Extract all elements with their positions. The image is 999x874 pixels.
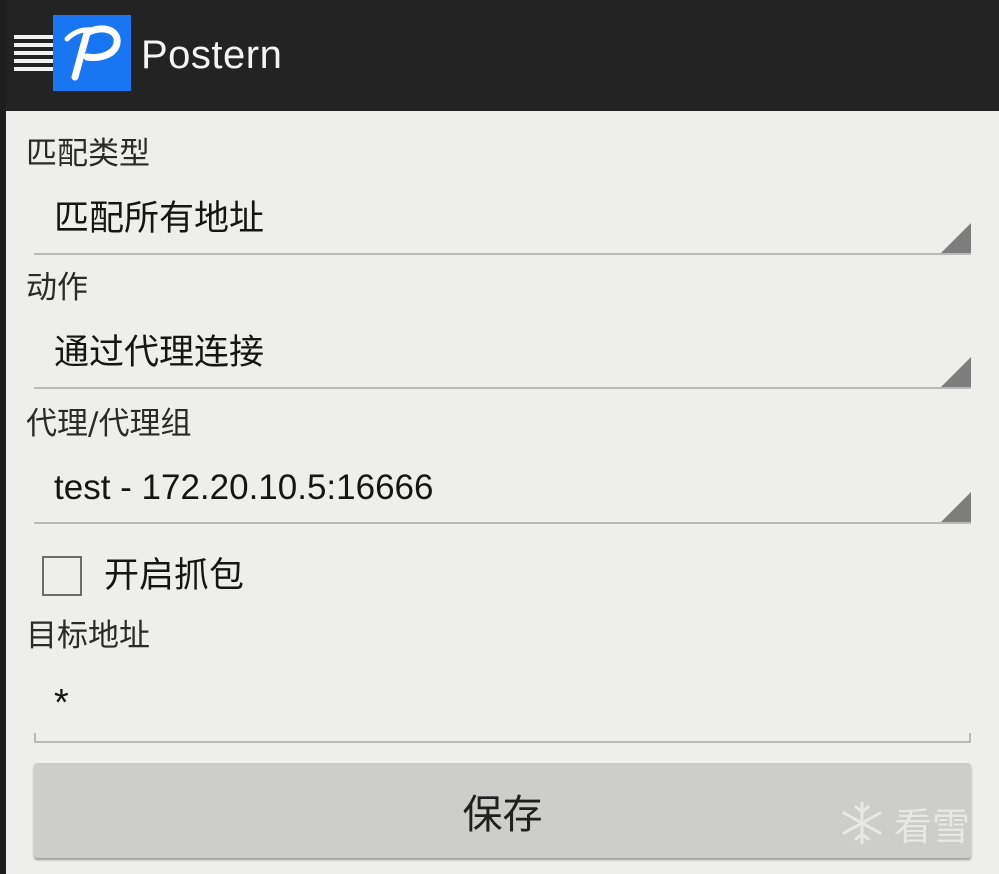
dropdown-arrow-icon [941, 492, 971, 522]
capture-checkbox-row[interactable]: 开启抓包 [42, 552, 244, 600]
target-address-label: 目标地址 [26, 618, 150, 654]
postern-logo-icon [53, 15, 131, 91]
watermark-text: 看雪 [894, 804, 971, 849]
app-logo[interactable] [53, 15, 131, 91]
action-value: 通过代理连接 [54, 333, 265, 373]
watermark: 看雪 [838, 795, 970, 851]
proxy-value: test - 172.20.10.5:16666 [54, 468, 434, 507]
snowflake-icon [842, 801, 882, 845]
proxy-label: 代理/代理组 [26, 406, 192, 442]
match-type-label: 匹配类型 [26, 136, 150, 172]
save-button-label: 保存 [462, 791, 543, 838]
capture-checkbox[interactable] [42, 556, 82, 596]
dropdown-arrow-icon [941, 357, 971, 387]
dropdown-arrow-icon [941, 223, 971, 253]
action-label: 动作 [26, 270, 88, 306]
app-title: Postern [141, 33, 283, 77]
match-type-value: 匹配所有地址 [54, 199, 265, 239]
match-type-spinner[interactable]: 匹配所有地址 [34, 187, 971, 255]
menu-icon[interactable] [14, 35, 54, 71]
capture-checkbox-label: 开启抓包 [104, 556, 245, 596]
target-address-value: * [54, 682, 69, 724]
proxy-spinner[interactable]: test - 172.20.10.5:16666 [34, 456, 971, 524]
action-bar: Postern [6, 0, 999, 111]
app-window: Postern 匹配类型 匹配所有地址 动作 通过代理连接 代理/代理组 tes… [6, 0, 999, 874]
save-button[interactable]: 保存 [34, 763, 971, 858]
action-spinner[interactable]: 通过代理连接 [34, 321, 971, 389]
target-address-input[interactable]: * [34, 670, 971, 743]
